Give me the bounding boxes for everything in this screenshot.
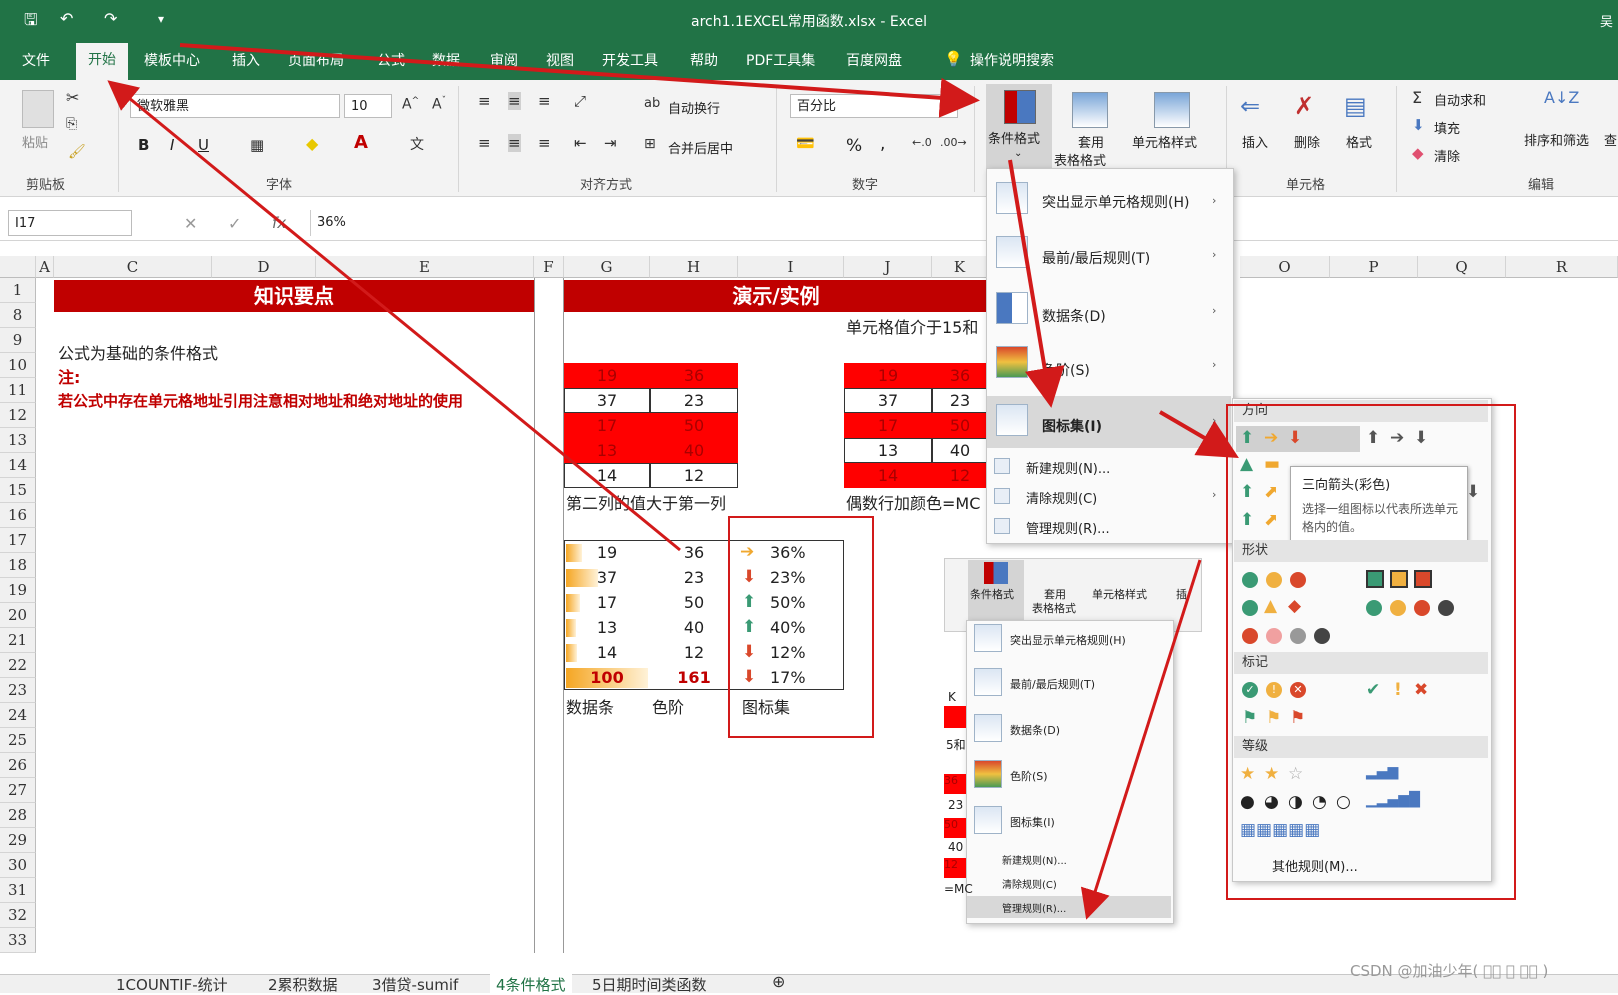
annotation-arrows <box>107 43 1239 920</box>
arrow-to-manage-rules <box>1080 559 1202 920</box>
arrow-home-to-cf <box>179 43 980 118</box>
add-sheet-icon[interactable]: ⊕ <box>772 972 785 991</box>
arrow-cf-to-iconsets <box>1008 159 1065 408</box>
arrow-iconsets-to-submenu <box>1158 410 1239 459</box>
watermark: CSDN @加油少年( 􀀀􀀀 􀀀 􀀀􀀀 ) <box>1350 962 1549 980</box>
arrow-iconcells-to-home <box>107 80 681 552</box>
